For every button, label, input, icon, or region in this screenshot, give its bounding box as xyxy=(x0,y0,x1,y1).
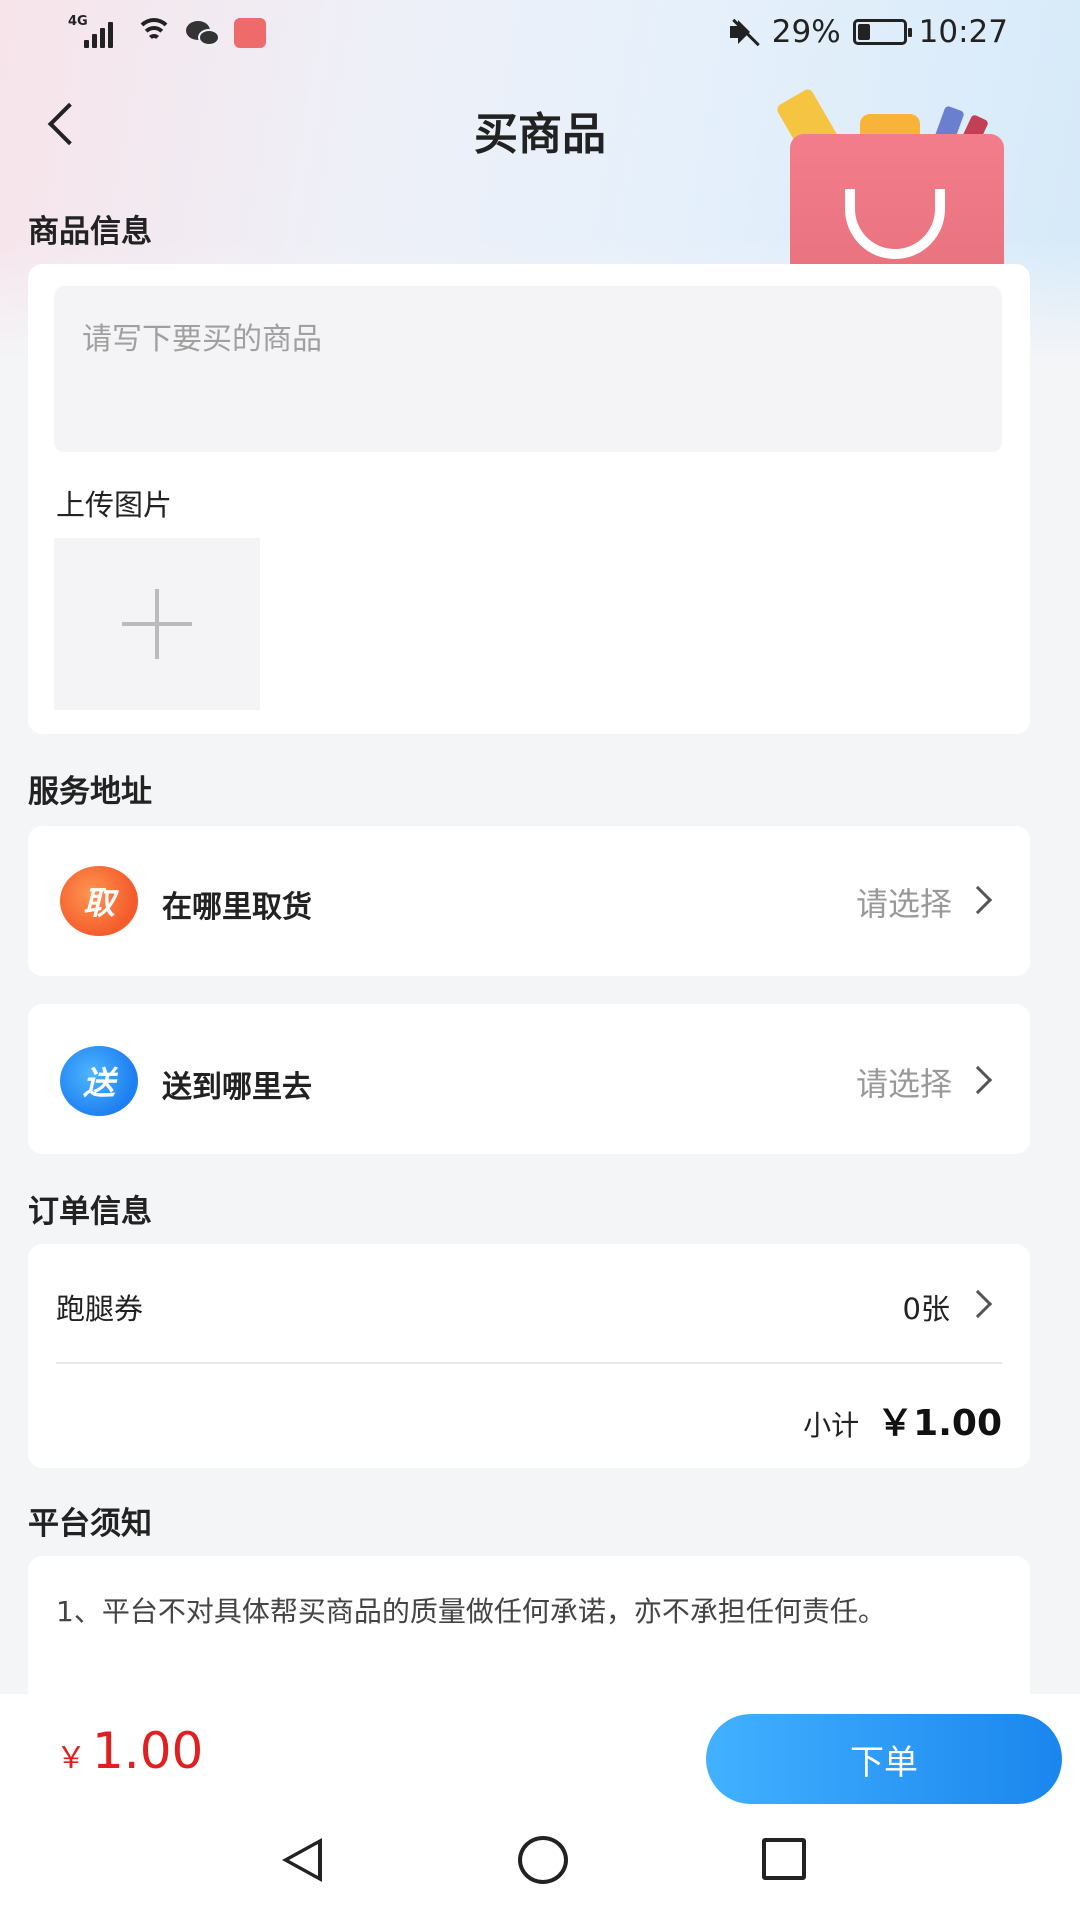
screen: 4G 29% 10:27 买商品 商品信息 请写下要买的商品 上传图片 服务地址… xyxy=(0,0,1080,1920)
subtotal-value: ￥1.00 xyxy=(877,1403,1002,1444)
nav-back-icon[interactable] xyxy=(282,1838,322,1882)
goods-description-input[interactable] xyxy=(54,286,1002,452)
battery-icon xyxy=(852,19,912,45)
clock: 10:27 xyxy=(918,14,1008,50)
mute-icon xyxy=(728,17,760,47)
status-bar: 4G 29% 10:27 xyxy=(0,0,1080,72)
wechat-icon xyxy=(186,18,222,48)
order-section-title: 订单信息 xyxy=(28,1194,152,1230)
shopping-bag-illustration xyxy=(775,84,1010,304)
notice-section-title: 平台须知 xyxy=(28,1506,152,1542)
coupon-label: 跑腿券 xyxy=(56,1292,144,1326)
wifi-icon xyxy=(134,16,174,50)
total-price: ￥ 1.00 xyxy=(56,1722,203,1780)
pickup-label: 在哪里取货 xyxy=(162,890,312,925)
chevron-right-icon xyxy=(963,885,993,915)
app-notification-icon xyxy=(234,18,266,48)
pickup-address-row[interactable]: 取 在哪里取货 请选择 xyxy=(28,826,1030,976)
system-navigation-bar xyxy=(0,1814,1080,1920)
nav-recents-icon[interactable] xyxy=(762,1838,806,1880)
subtotal-label: 小计 xyxy=(803,1409,860,1442)
delivery-value: 请选择 xyxy=(855,1065,952,1103)
notice-text: 1、平台不对具体帮买商品的质量做任何承诺，亦不承担任何责任。 xyxy=(56,1595,886,1628)
chevron-right-icon xyxy=(963,1065,993,1095)
divider xyxy=(56,1362,1002,1364)
cellular-signal-icon: 4G xyxy=(68,14,122,50)
price-value: 1.00 xyxy=(92,1722,204,1780)
chevron-right-icon xyxy=(963,1289,993,1319)
upload-label: 上传图片 xyxy=(56,488,173,522)
address-section-title: 服务地址 xyxy=(28,774,152,810)
delivery-address-row[interactable]: 送 送到哪里去 请选择 xyxy=(28,1004,1030,1154)
coupon-row[interactable]: 跑腿券 0张 xyxy=(28,1244,1030,1360)
delivery-badge-icon: 送 xyxy=(60,1046,138,1116)
battery-percent: 29% xyxy=(771,14,841,50)
subtotal: 小计 ￥1.00 xyxy=(803,1394,1002,1446)
upload-image-button[interactable] xyxy=(54,538,260,710)
coupon-value: 0张 xyxy=(902,1292,950,1326)
goods-section-title: 商品信息 xyxy=(28,214,152,250)
order-card: 跑腿券 0张 小计 ￥1.00 xyxy=(28,1244,1030,1468)
pickup-badge-icon: 取 xyxy=(60,866,138,936)
bottom-bar: ￥ 1.00 下单 xyxy=(0,1694,1080,1814)
price-symbol: ￥ xyxy=(56,1741,86,1776)
delivery-label: 送到哪里去 xyxy=(162,1070,312,1105)
pickup-value: 请选择 xyxy=(855,885,952,923)
nav-home-icon[interactable] xyxy=(518,1836,568,1884)
place-order-button[interactable]: 下单 xyxy=(706,1714,1062,1804)
